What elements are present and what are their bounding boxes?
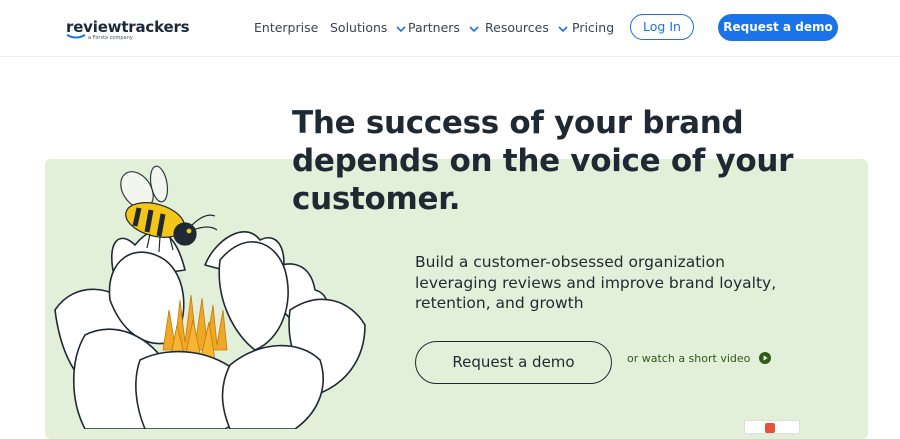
nav-item-pricing[interactable]: Pricing: [572, 20, 614, 35]
headline-line: customer.: [292, 181, 461, 217]
play-circle-icon: [758, 352, 771, 364]
chevron-down-icon: [469, 25, 479, 32]
nav-item-label: Pricing: [572, 20, 615, 35]
nav-item-partners[interactable]: Partners: [408, 20, 479, 35]
subtext-line: Build a customer-obsessed organization: [415, 253, 725, 271]
login-button[interactable]: Log In: [630, 14, 694, 40]
hero-subtext: Build a customer-obsessed organization l…: [415, 252, 835, 314]
bee-illustration: [120, 165, 218, 253]
watch-video-label: or watch a short video: [627, 352, 751, 365]
nav-item-label: Resources: [485, 20, 549, 35]
logo-swoosh-icon: [66, 34, 86, 39]
nav-item-solutions[interactable]: Solutions: [330, 20, 406, 35]
site-header: reviewtrackers a Forsta company Enterpri…: [0, 0, 900, 57]
subtext-line: retention, and growth: [415, 294, 584, 312]
nav-item-label: Solutions: [330, 20, 388, 35]
headline-line: The success of your brand: [292, 105, 744, 141]
nav-item-label: Enterprise: [254, 20, 319, 35]
nav-item-resources[interactable]: Resources: [485, 20, 568, 35]
watch-video-link[interactable]: or watch a short video: [627, 352, 771, 365]
request-demo-button[interactable]: Request a demo: [718, 14, 838, 41]
subtext-line: leveraging reviews and improve brand loy…: [415, 273, 777, 292]
badge-logo-icon: [765, 423, 775, 433]
hero-request-demo-button[interactable]: Request a demo: [415, 341, 612, 384]
nav-item-label: Partners: [408, 20, 460, 35]
nav-item-enterprise[interactable]: Enterprise: [254, 20, 318, 35]
brand-tagline: a Forsta company: [88, 35, 133, 41]
chevron-down-icon: [558, 25, 568, 32]
headline-line: depends on the voice of your: [292, 143, 794, 179]
brand-logo[interactable]: reviewtrackers a Forsta company: [66, 18, 190, 46]
hero-headline: The success of your brand depends on the…: [292, 104, 812, 218]
chevron-down-icon: [396, 25, 406, 32]
award-badge: [744, 420, 800, 434]
